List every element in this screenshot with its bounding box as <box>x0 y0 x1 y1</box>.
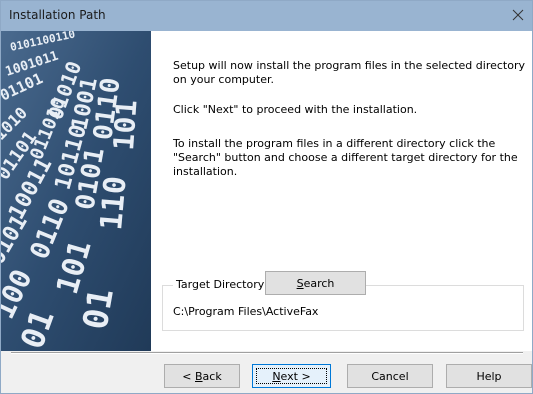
footer-separator <box>11 352 523 354</box>
title-bar[interactable]: Installation Path <box>1 1 532 31</box>
next-button[interactable]: Next > <box>252 364 331 388</box>
back-accel: B <box>195 369 203 383</box>
installer-dialog: Installation Path 0101100110 1001011 011… <box>0 0 533 394</box>
close-button[interactable] <box>506 3 530 27</box>
close-icon <box>512 9 524 21</box>
search-accel: S <box>296 276 304 290</box>
svg-text:01: 01 <box>75 285 122 332</box>
window-title: Installation Path <box>9 8 106 22</box>
target-directory-label: Target Directory <box>173 278 268 291</box>
cancel-button[interactable]: Cancel <box>347 364 433 388</box>
binary-digits-graphic: 0101100110 1001011 01101 01010 1001 0110… <box>1 31 151 351</box>
search-label-rest: earch <box>303 276 335 290</box>
search-instruction-text: To install the program files in a differ… <box>173 137 518 178</box>
next-instruction-text: Click "Next" to proceed with the install… <box>173 103 418 116</box>
intro-text: Setup will now install the program files… <box>173 59 525 86</box>
back-button[interactable]: < Back <box>164 364 240 388</box>
focus-rectangle <box>256 368 327 384</box>
search-button[interactable]: Search <box>265 271 366 295</box>
target-directory-path: C:\Program Files\ActiveFax <box>173 305 319 318</box>
svg-text:101: 101 <box>107 99 143 152</box>
content-panel: Setup will now install the program files… <box>151 31 532 351</box>
back-prefix: < <box>182 369 195 383</box>
back-label-rest: ack <box>202 369 222 383</box>
banner-image: 0101100110 1001011 01101 01010 1001 0110… <box>1 31 151 351</box>
help-button[interactable]: Help <box>446 364 532 388</box>
